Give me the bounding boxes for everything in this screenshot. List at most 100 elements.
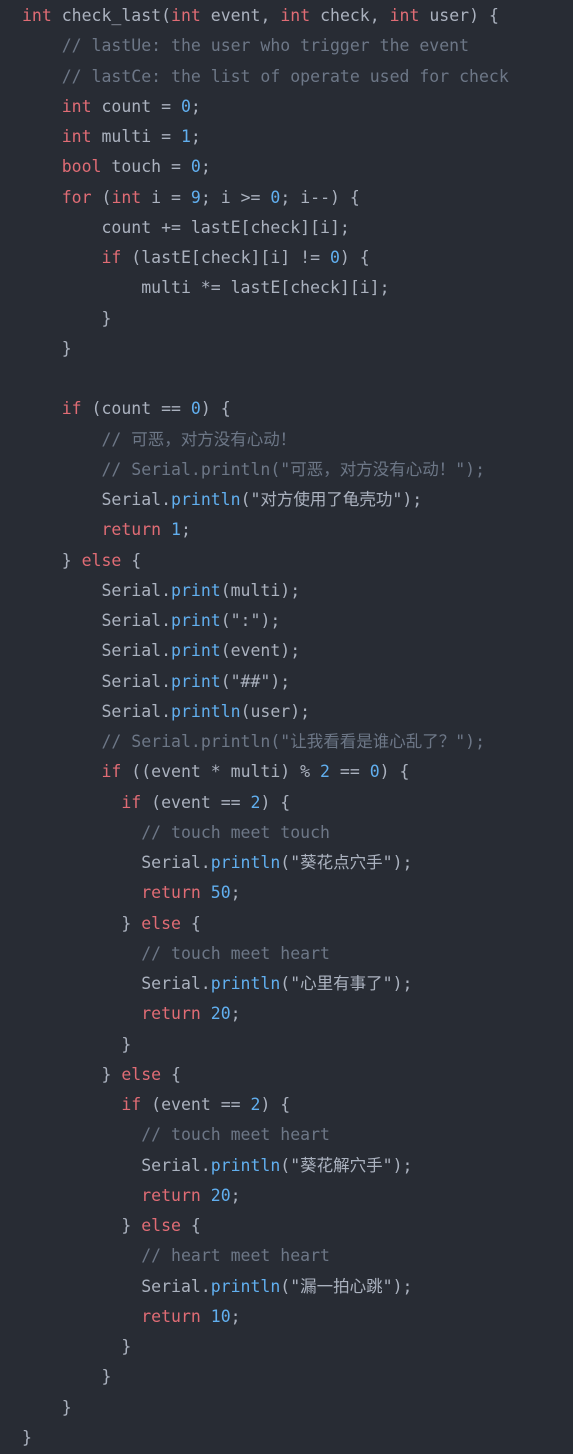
- code-line: // 可恶，对方没有心动！: [22, 425, 509, 455]
- code-token-plain: user) {: [419, 6, 499, 25]
- code-line: if (count == 0) {: [22, 394, 509, 424]
- code-token-plain: );: [392, 1276, 413, 1296]
- code-line: Serial.println("葵花解穴手");: [22, 1151, 509, 1181]
- code-line: int check_last(int event, int check, int…: [22, 1, 509, 31]
- code-token-keyword: bool: [61, 157, 102, 177]
- code-line: if ((event * multi) % 2 == 0) {: [22, 757, 509, 787]
- code-line: // lastUe: the user who trigger the even…: [22, 31, 509, 61]
- code-token-plain: {: [180, 913, 201, 933]
- code-line: } else {: [22, 909, 509, 939]
- code-token-keyword: return: [141, 1185, 201, 1205]
- code-token-number: 2: [320, 762, 330, 782]
- code-token-plain: Serial.: [22, 671, 172, 691]
- code-line: // Serial.println("可恶，对方没有心动！");: [22, 455, 509, 485]
- code-line: Serial.println("葵花点穴手");: [22, 848, 509, 878]
- code-token-keyword: if: [121, 792, 142, 812]
- code-token-plain: Serial.: [22, 641, 172, 661]
- code-token-plain: );: [392, 853, 413, 872]
- code-token-keyword: else: [141, 913, 181, 933]
- code-token-comment: // touch meet touch: [141, 822, 330, 842]
- code-token-plain: {: [161, 1064, 181, 1084]
- code-token-string: "葵花点穴手": [290, 853, 393, 872]
- code-line: Serial.print(multi);: [22, 576, 509, 606]
- code-token-plain: }: [22, 1216, 142, 1235]
- code-token-keyword: int: [111, 187, 142, 207]
- code-token-plain: (multi);: [220, 580, 301, 600]
- code-token-plain: (: [280, 1276, 291, 1296]
- code-line: } else {: [22, 546, 509, 576]
- code-token-number: 2: [250, 792, 261, 812]
- code-token-plain: Serial.: [22, 1155, 211, 1175]
- code-token-string: "漏一拍心跳": [290, 1276, 393, 1296]
- code-line: }: [22, 334, 509, 364]
- code-token-string: "葵花解穴手": [290, 1155, 393, 1175]
- code-token-plain: }: [22, 308, 112, 328]
- code-token-plain: Serial.: [22, 853, 211, 872]
- code-lines: int check_last(int event, int check, int…: [22, 1, 509, 1453]
- code-line: } else {: [22, 1060, 509, 1090]
- code-token-keyword: if: [101, 248, 122, 267]
- code-token-function: println: [171, 490, 241, 509]
- code-line: bool touch = 0;: [22, 152, 509, 182]
- code-token-keyword: int: [389, 6, 420, 25]
- code-token-plain: {: [121, 550, 142, 570]
- code-line: }: [22, 1393, 509, 1423]
- code-token-plain: ) {: [379, 762, 410, 782]
- code-token-plain: (event ==: [141, 792, 251, 812]
- code-token-comment: // Serial.println("可恶，对方没有心动！");: [101, 459, 486, 479]
- code-token-number: 50: [210, 883, 231, 903]
- code-token-comment: // lastUe: the user who trigger the even…: [61, 36, 470, 56]
- code-token-plain: }: [22, 1397, 72, 1417]
- code-line: }: [22, 1423, 509, 1453]
- code-token-number: 0: [329, 248, 340, 267]
- code-token-plain: (user);: [240, 701, 311, 721]
- code-token-comment: // touch meet heart: [141, 1125, 330, 1145]
- code-token-string: "##": [230, 671, 271, 691]
- code-token-number: 0: [369, 762, 380, 782]
- code-line: multi *= lastE[check][i];: [22, 273, 509, 303]
- code-view[interactable]: int check_last(int event, int check, int…: [0, 0, 573, 1454]
- code-token-number: 20: [210, 1004, 231, 1024]
- code-token-plain: }: [22, 1064, 122, 1084]
- code-token-plain: );: [392, 1155, 413, 1175]
- code-token-keyword: if: [121, 1095, 142, 1114]
- code-token-function: println: [210, 853, 281, 872]
- code-token-plain: (: [280, 974, 291, 993]
- code-token-number: 9: [190, 187, 201, 207]
- code-line: if (event == 2) {: [22, 788, 509, 818]
- code-token-plain: ) {: [339, 248, 370, 267]
- code-token-plain: i =: [141, 187, 191, 207]
- code-line: } else {: [22, 1211, 509, 1241]
- code-line: int multi = 1;: [22, 122, 509, 152]
- code-token-plain: );: [260, 611, 281, 630]
- code-line: // lastCe: the list of operate used for …: [22, 62, 509, 92]
- code-token-string: "心里有事了": [290, 974, 393, 993]
- code-token-plain: ;: [190, 127, 201, 146]
- code-token-number: 0: [180, 96, 191, 116]
- code-token-plain: count += lastE[check][i];: [22, 217, 350, 237]
- code-token-comment: // heart meet heart: [141, 1246, 330, 1266]
- code-line: for (int i = 9; i >= 0; i--) {: [22, 183, 509, 213]
- code-token-plain: ;: [230, 1004, 241, 1024]
- code-line: return 1;: [22, 515, 509, 545]
- code-line: Serial.print(event);: [22, 636, 509, 666]
- code-token-plain: );: [392, 974, 413, 993]
- code-token-comment: // touch meet heart: [141, 943, 330, 963]
- code-token-number: 20: [210, 1185, 231, 1205]
- code-line: // touch meet heart: [22, 1120, 509, 1150]
- code-token-number: 10: [210, 1306, 231, 1326]
